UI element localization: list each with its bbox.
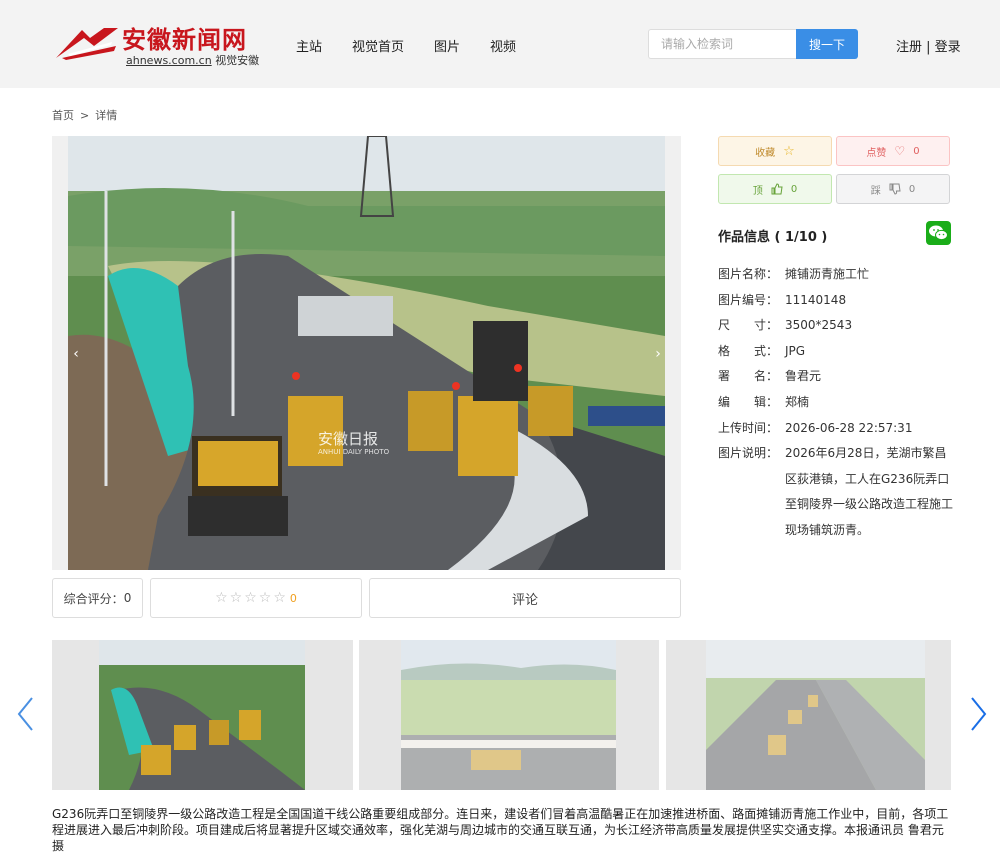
thumbnail-3[interactable] [666, 640, 951, 790]
breadcrumb-current: 详情 [95, 109, 118, 122]
star-count: 0 [289, 591, 297, 605]
thumbnail-1[interactable] [52, 640, 353, 790]
nav-item-main-site[interactable]: 主站 [296, 36, 322, 55]
logo-swoosh-icon [56, 28, 118, 60]
photo-watermark: 安徽日报 [318, 430, 379, 448]
auth-separator: | [922, 40, 935, 55]
like-count: 0 [913, 145, 920, 157]
photo-watermark-en: ANHUI DAILY PHOTO [318, 448, 390, 456]
breadcrumb-home[interactable]: 首页 [52, 109, 74, 122]
road-paving-photo [68, 136, 665, 570]
work-info-list: 图片名称： 摊铺沥青施工忙 图片编号： 11140148 尺 寸： 3500*2543… [718, 262, 958, 544]
favorite-label: 收藏 [755, 147, 776, 159]
main-photo[interactable]: 安徽日报 ANHUI DAILY PHOTO [68, 136, 665, 570]
info-row-format: 格 式： JPG [718, 343, 806, 358]
login-link[interactable]: 登录 [935, 40, 961, 55]
chevron-left-icon[interactable] [14, 694, 38, 734]
overall-score: 综合评分： 0 [52, 578, 143, 618]
info-row-description: 图片说明： 2026年6月28日，芜湖市繁昌区荻港镇，工人在G236阮弄口至铜陵界… [718, 446, 954, 537]
thumbnail-1-image [99, 640, 305, 790]
thumbnail-2[interactable] [359, 640, 659, 790]
search-button[interactable]: 搜一下 [796, 29, 858, 59]
site-header: 安徽新闻网 ahnews.com.cn 视觉安徽 主站 视觉首页 图片 视频 搜… [0, 0, 1000, 88]
thumbs-down-icon [889, 183, 901, 195]
photo-caption: G236阮弄口至铜陵界一级公路改造工程是全国国道干线公路重要组成部分。连日来，建… [52, 807, 949, 853]
chevron-right-icon[interactable]: › [650, 346, 666, 362]
downvote-button[interactable]: 踩 0 [836, 174, 950, 204]
work-info-title: 作品信息 ( 1/10 ) [718, 230, 828, 245]
info-row-size: 尺 寸： 3500*2543 [718, 318, 853, 333]
info-row-id: 图片编号： 11140148 [718, 292, 847, 307]
comment-button[interactable]: 评论 [369, 578, 681, 618]
info-row-editor: 编 辑： 郑楠 [718, 394, 810, 409]
star-icon: ☆ [783, 143, 795, 159]
info-row-name: 图片名称： 摊铺沥青施工忙 [718, 267, 870, 281]
star-rating[interactable]: ☆☆☆☆☆ 0 [150, 578, 362, 618]
score-label: 综合评分： [63, 591, 124, 606]
heart-icon: ♡ [894, 144, 906, 158]
site-logo[interactable]: 安徽新闻网 ahnews.com.cn 视觉安徽 [54, 20, 259, 68]
breadcrumb: 首页 > 详情 [52, 107, 117, 123]
upvote-count: 0 [790, 183, 798, 195]
chevron-left-icon[interactable]: ‹ [68, 346, 84, 362]
chevron-right-icon[interactable] [966, 694, 990, 734]
score-value: 0 [123, 591, 132, 605]
thumbs-up-icon [771, 183, 783, 195]
thumbnail-3-image [706, 640, 925, 790]
wechat-share-icon[interactable] [926, 221, 951, 245]
like-button[interactable]: 点赞 ♡ 0 [836, 136, 950, 166]
downvote-label: 踩 [870, 185, 881, 197]
info-row-upload-time: 上传时间： 2026-06-28 22:57:31 [718, 420, 913, 435]
main-photo-viewer: 安徽日报 ANHUI DAILY PHOTO ‹ › [52, 136, 681, 570]
nav-item-pictures[interactable]: 图片 [434, 36, 460, 55]
info-row-author: 署 名： 鲁君元 [718, 369, 822, 384]
register-link[interactable]: 注册 [896, 40, 922, 55]
star-icons[interactable]: ☆☆☆☆☆ [215, 590, 288, 606]
favorite-button[interactable]: 收藏 ☆ [718, 136, 832, 166]
downvote-count: 0 [908, 183, 916, 195]
upvote-button[interactable]: 顶 0 [718, 174, 832, 204]
main-nav: 主站 视觉首页 图片 视频 [296, 36, 546, 55]
upvote-label: 顶 [752, 185, 763, 197]
thumbnail-2-image [401, 640, 616, 790]
auth-links: 注册 | 登录 [896, 36, 961, 55]
nav-item-visual-home[interactable]: 视觉首页 [352, 36, 404, 55]
breadcrumb-separator: > [80, 109, 90, 122]
search-input[interactable] [648, 29, 796, 59]
like-label: 点赞 [866, 147, 887, 159]
nav-item-video[interactable]: 视频 [490, 36, 516, 55]
logo-text: 安徽新闻网 [122, 25, 247, 54]
logo-domain: ahnews.com.cn 视觉安徽 [126, 54, 260, 67]
